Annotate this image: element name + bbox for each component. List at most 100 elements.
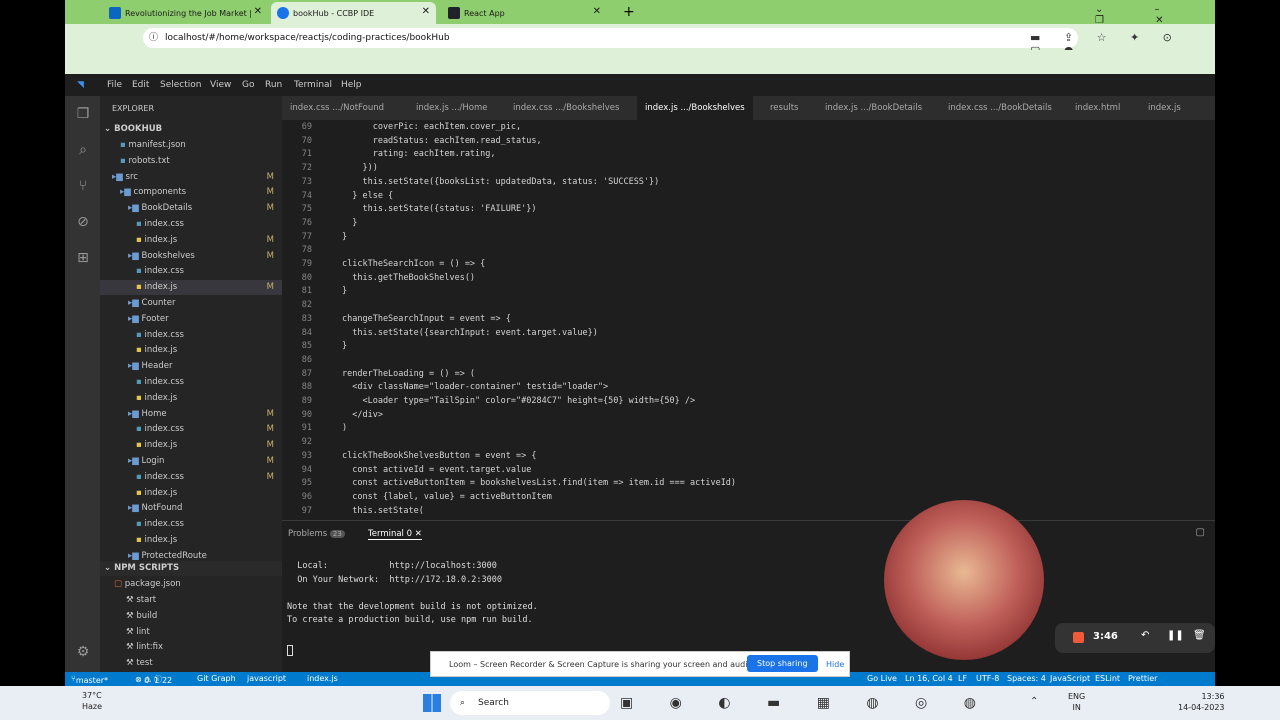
tree-item[interactable]: ▸▆ Footer <box>100 312 282 327</box>
tree-item[interactable]: ▪ index.css <box>100 375 282 390</box>
tree-item[interactable]: ▸▆ BookDetails M <box>100 201 282 216</box>
problems-status[interactable]: ⊗ 0 ⚠ 1 ⓘ 22 <box>135 674 172 685</box>
npm-script-item[interactable]: ⚒ build <box>100 609 282 624</box>
tree-item[interactable]: ▪ index.css <box>100 328 282 343</box>
warnings-count: 1 <box>153 676 160 685</box>
editor-tab[interactable]: index.css .../NotFound <box>282 96 392 120</box>
status-lang[interactable]: javascript <box>247 674 286 683</box>
tree-item[interactable]: ▪ manifest.json <box>100 138 282 153</box>
source-control-icon[interactable]: ⑂ <box>74 178 92 196</box>
npm-title: NPM SCRIPTS <box>114 563 180 573</box>
tree-item[interactable]: ▪ index.js M <box>100 233 282 248</box>
tree-item[interactable]: ▪ index.css <box>100 517 282 532</box>
encoding[interactable]: UTF-8 <box>976 674 999 683</box>
tab-problems[interactable]: Problems 23 <box>288 529 345 539</box>
extensions-icon[interactable]: ⊞ <box>74 250 92 268</box>
npm-script-item[interactable]: ⚒ lint:fix <box>100 640 282 655</box>
browser-tab[interactable]: Revolutionizing the Job Market | ✕ <box>103 2 268 24</box>
close-icon[interactable]: ✕ <box>422 6 430 17</box>
menu-terminal[interactable]: Terminal <box>294 80 332 90</box>
tab-terminal[interactable]: Terminal 0 ✕ <box>368 529 422 540</box>
go-live[interactable]: Go Live <box>867 674 897 683</box>
editor-tab[interactable]: index.css .../BookDetails <box>940 96 1060 120</box>
menu-help[interactable]: Help <box>341 80 362 90</box>
tree-item[interactable]: ▪ index.css M <box>100 470 282 485</box>
menu-selection[interactable]: Selection <box>160 80 201 90</box>
undo-icon[interactable]: ↶ <box>1141 630 1149 641</box>
menu-run[interactable]: Run <box>265 80 282 90</box>
browser-tab-active[interactable]: bookHub - CCBP IDE ✕ <box>271 2 436 24</box>
tree-item[interactable]: ▪ index.js M <box>100 280 282 296</box>
indent[interactable]: Spaces: 4 <box>1007 674 1046 683</box>
code-editor[interactable]: 69 coverPic: eachItem.cover_pic, 70 readS… <box>282 120 1180 520</box>
tree-item-label: Counter <box>141 298 176 308</box>
tree-item[interactable]: ▪ index.css M <box>100 422 282 437</box>
weather-widget[interactable]: 37°C Haze <box>82 690 102 712</box>
new-tab-icon[interactable]: + <box>623 4 635 20</box>
npm-package[interactable]: ▢ package.json <box>100 577 282 592</box>
npm-script-item[interactable]: ⚒ start <box>100 593 282 608</box>
tree-item[interactable]: ▸▆ Counter <box>100 296 282 311</box>
editor-tab[interactable]: index.js .../Bookshelves <box>637 96 753 120</box>
tree-item[interactable]: ▪ index.js <box>100 391 282 406</box>
editor-tab[interactable]: index.js .../Logi <box>1140 96 1215 137</box>
browser-tab[interactable]: React App ✕ <box>442 2 607 24</box>
stop-sharing-button[interactable]: Stop sharing <box>747 655 818 672</box>
close-icon[interactable]: ✕ <box>254 6 262 17</box>
cursor-position[interactable]: Ln 16, Col 4 <box>905 674 953 683</box>
editor-tab[interactable]: index.css .../Bookshelves <box>505 96 627 120</box>
tree-item-label: NotFound <box>141 503 183 514</box>
trash-icon[interactable]: 🗑 <box>1193 630 1206 641</box>
close-icon[interactable]: ✕ <box>593 6 601 17</box>
eol[interactable]: LF <box>958 674 967 683</box>
address-bar[interactable]: ⓘ localhost/#/home/workspace/reactjs/cod… <box>143 28 1078 48</box>
menu-view[interactable]: View <box>210 80 231 90</box>
tree-item[interactable]: ▪ index.js <box>100 533 282 548</box>
tree-item[interactable]: ▸▆ NotFound <box>100 501 282 516</box>
editor-tab[interactable]: index.html <box>1067 96 1128 120</box>
code-line: } <box>342 231 348 242</box>
editor-tab[interactable]: index.js .../BookDetails <box>817 96 930 120</box>
input-language[interactable]: ENG IN <box>1068 691 1085 713</box>
language-mode[interactable]: JavaScript <box>1050 674 1090 683</box>
hide-button[interactable]: Hide <box>826 660 844 669</box>
tree-item[interactable]: ▸▆ Home M <box>100 407 282 422</box>
tree-item[interactable]: ▪ index.js <box>100 486 282 501</box>
clock[interactable]: 13:36 14-04-2023 <box>1178 691 1225 713</box>
tree-item[interactable]: ▸▆ components M <box>100 185 282 200</box>
windows-start-icon[interactable] <box>423 694 441 712</box>
gear-icon[interactable]: ⚙ <box>74 644 92 662</box>
tree-item[interactable]: ▪ index.css <box>100 264 282 279</box>
tree-item[interactable]: ▪ index.css <box>100 217 282 232</box>
menu-go[interactable]: Go <box>242 80 254 90</box>
taskbar-search[interactable]: ⌕ Search <box>450 691 610 715</box>
search-icon[interactable]: ⌕ <box>74 142 92 160</box>
editor-tab[interactable]: index.js .../Home <box>408 96 496 120</box>
eslint[interactable]: ESLint <box>1095 674 1120 683</box>
tree-item[interactable]: ▸▆ Login M <box>100 454 282 469</box>
maximize-panel-icon[interactable]: ▢ <box>1196 527 1205 538</box>
tree-item[interactable]: ▪ robots.txt <box>100 154 282 169</box>
tree-item[interactable]: ▪ index.js M <box>100 438 282 453</box>
tree-item[interactable]: ▸▆ src M <box>100 170 282 185</box>
menu-file[interactable]: File <box>107 80 122 90</box>
menu-edit[interactable]: Edit <box>132 80 149 90</box>
prettier[interactable]: Prettier <box>1128 674 1157 683</box>
git-branch[interactable]: ⑂ master* <box>71 674 108 685</box>
npm-script-item[interactable]: ⚒ lint <box>100 625 282 640</box>
stop-record-icon[interactable] <box>1073 632 1084 643</box>
debug-icon[interactable]: ⊘ <box>74 214 92 232</box>
tree-item[interactable]: ▪ index.js <box>100 343 282 358</box>
minimap[interactable] <box>1180 120 1215 520</box>
npm-package-label: package.json <box>124 579 181 589</box>
npm-script-item[interactable]: ⚒ test <box>100 656 282 671</box>
status-file[interactable]: index.js <box>307 674 338 683</box>
git-graph[interactable]: Git Graph <box>197 674 236 683</box>
pause-icon[interactable]: ❚❚ <box>1167 630 1184 641</box>
tree-item[interactable]: ▸▆ Bookshelves M <box>100 249 282 264</box>
tree-item[interactable]: ▸▆ Header <box>100 359 282 374</box>
workspace-root[interactable]: ⌄ BOOKHUB <box>100 122 282 137</box>
npm-scripts-header[interactable]: ⌄ NPM SCRIPTS <box>100 561 282 576</box>
editor-tab[interactable]: results <box>762 96 806 120</box>
files-icon[interactable]: ❐ <box>74 106 92 124</box>
